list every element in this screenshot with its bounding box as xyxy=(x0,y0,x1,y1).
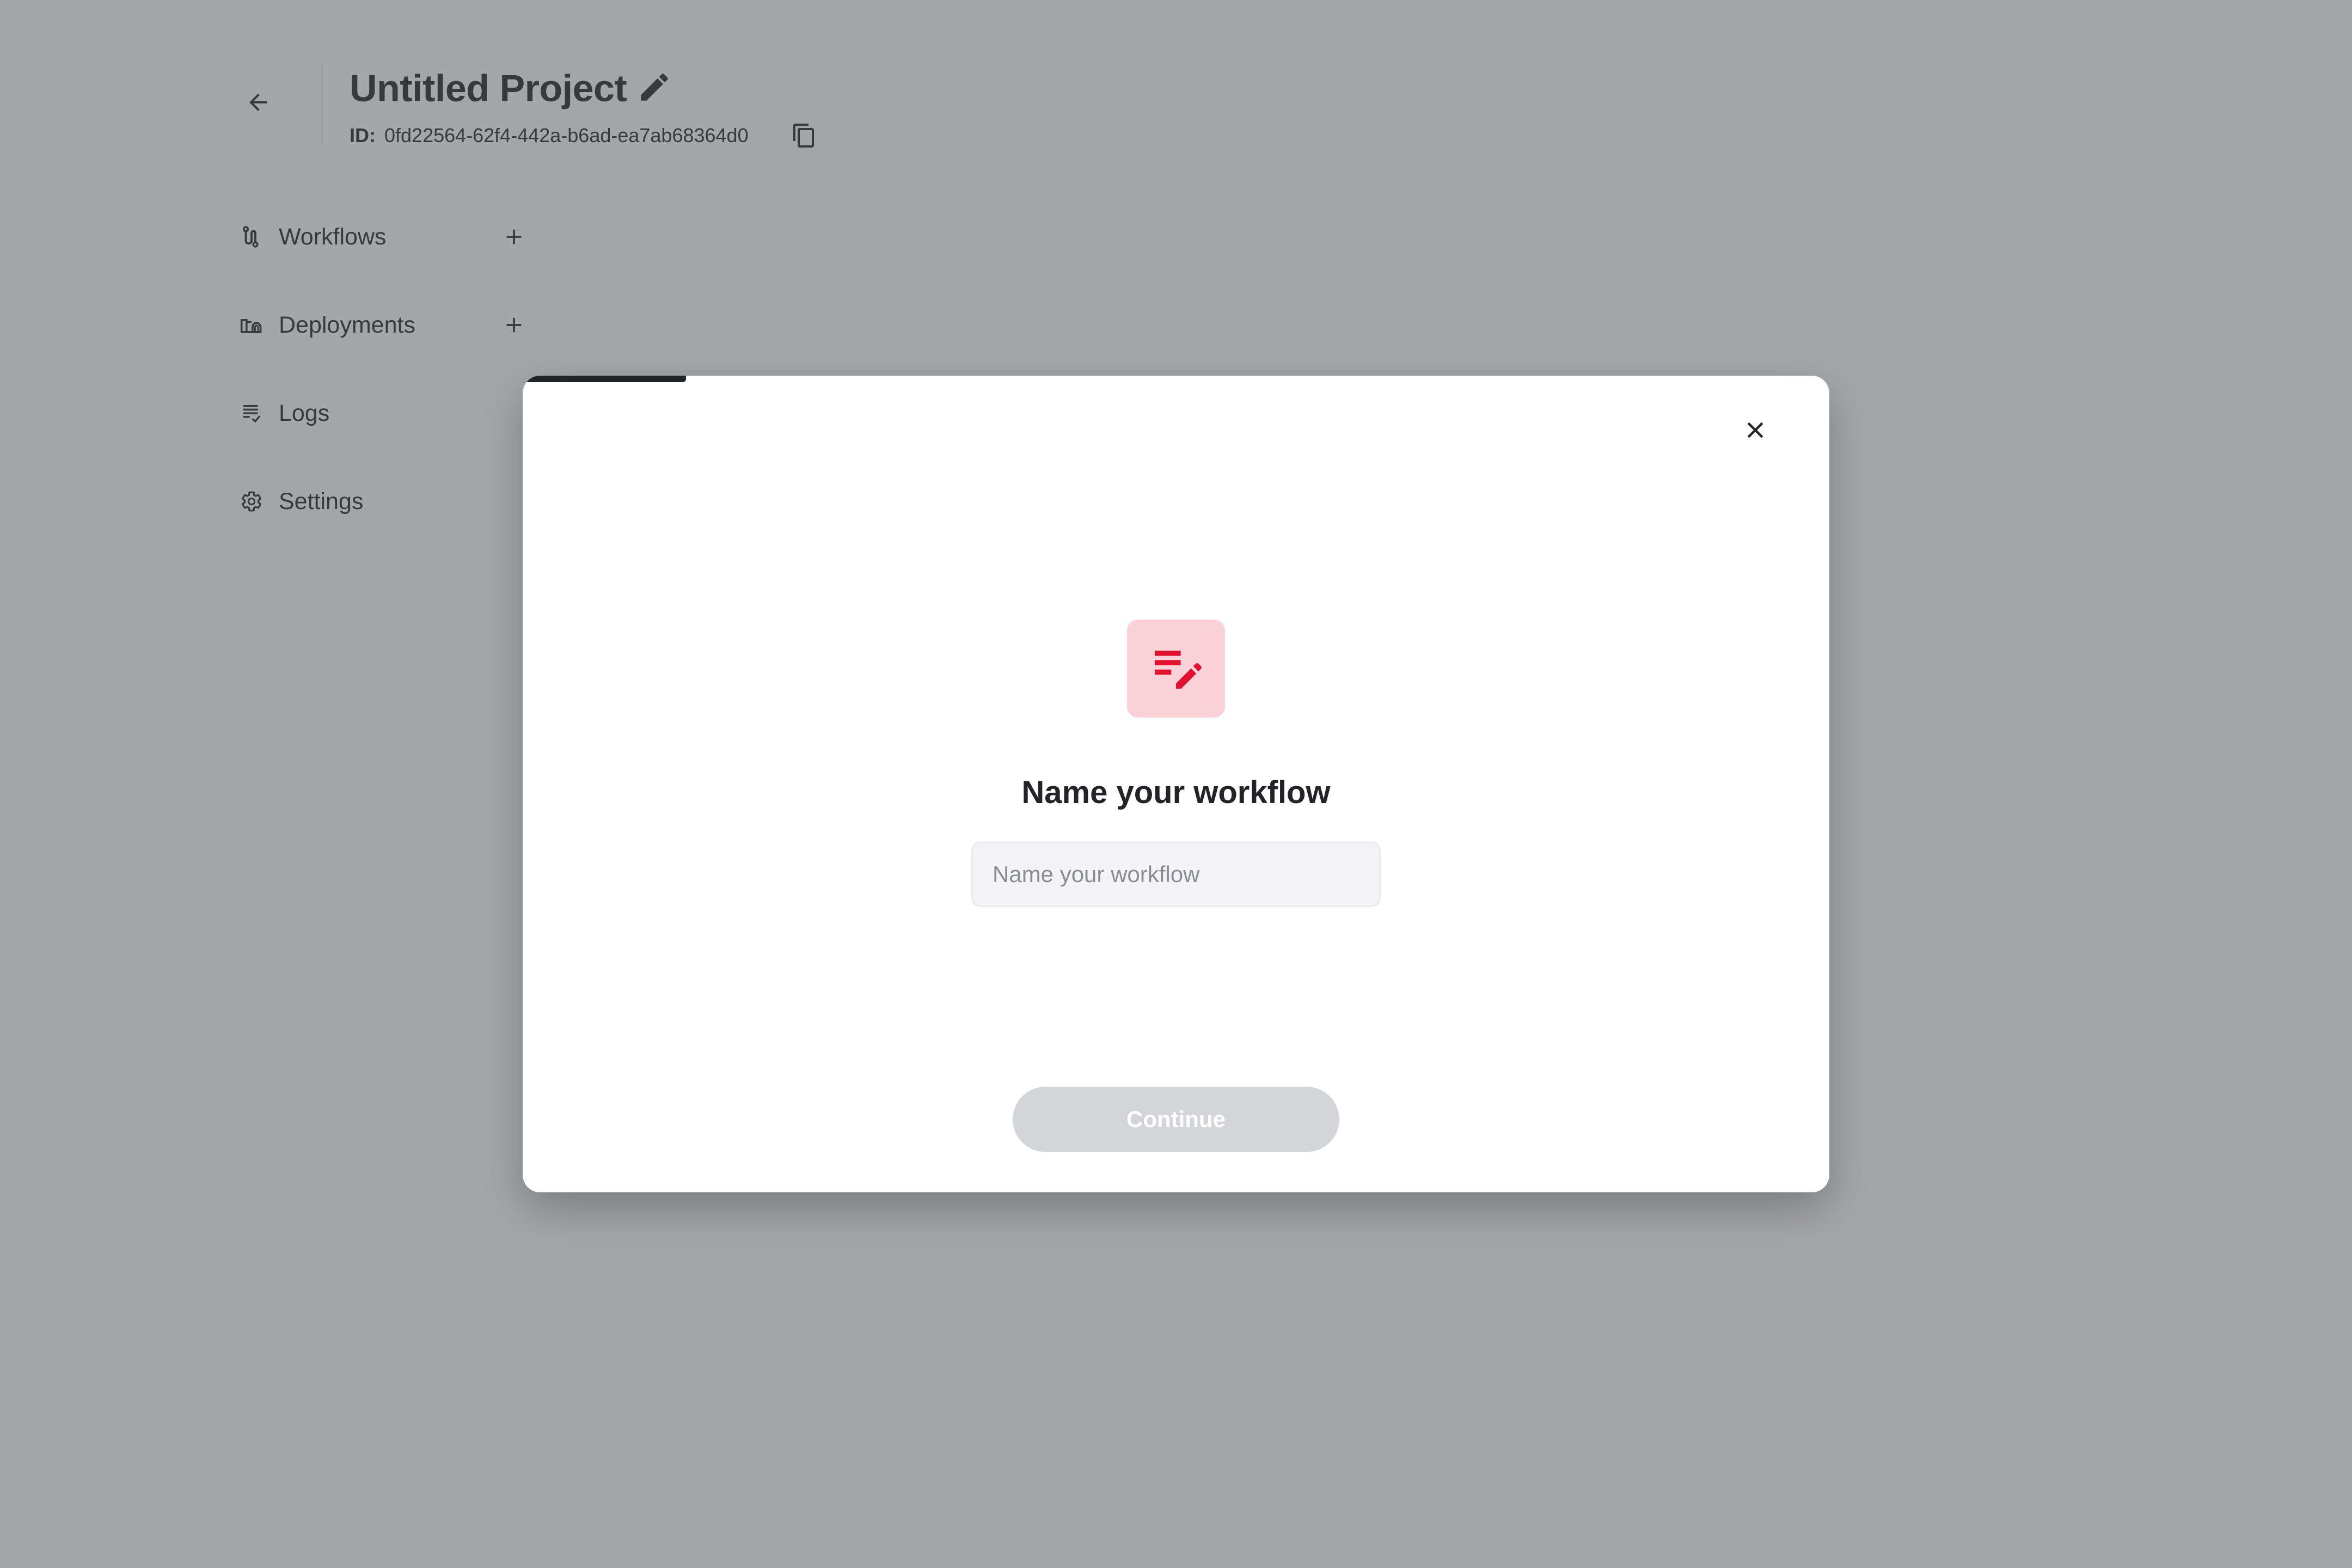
workflow-name-input[interactable] xyxy=(971,842,1381,907)
progress-bar-fill xyxy=(523,376,686,382)
close-button[interactable] xyxy=(1731,406,1779,454)
dialog-title: Name your workflow xyxy=(1021,775,1331,810)
continue-button[interactable]: Continue xyxy=(1013,1087,1339,1152)
name-workflow-dialog: Name your workflow Continue xyxy=(523,376,1829,1192)
close-icon xyxy=(1747,422,1763,438)
progress-bar xyxy=(523,376,1829,382)
edit-note-icon xyxy=(1127,620,1225,718)
